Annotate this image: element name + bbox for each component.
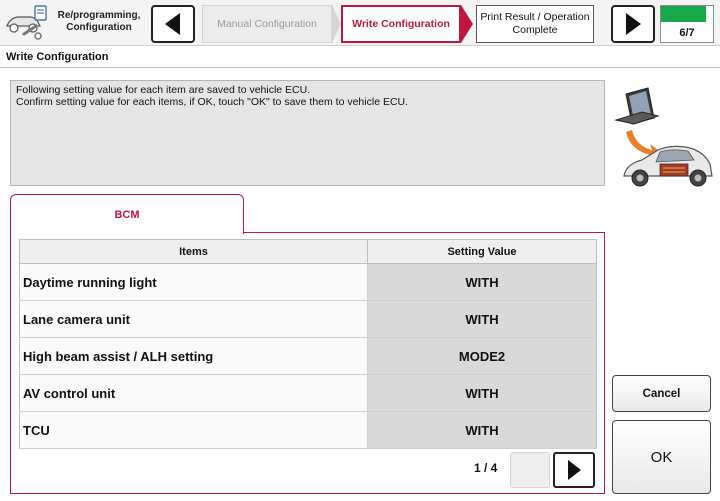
next-page-button[interactable] <box>553 452 595 488</box>
item-name: AV control unit <box>19 374 368 412</box>
cancel-button[interactable]: Cancel <box>612 375 711 412</box>
ok-button[interactable]: OK <box>612 420 711 494</box>
page-title: Write Configuration <box>6 51 109 63</box>
setting-value: WITH <box>367 300 597 338</box>
column-header-setting-value: Setting Value <box>367 239 597 264</box>
settings-table: Items Setting Value Daytime running ligh… <box>19 239 597 449</box>
table-row: AV control unit WITH <box>19 374 597 412</box>
message-line-1: Following setting value for each item ar… <box>16 84 311 96</box>
step-manual-configuration[interactable]: Manual Configuration <box>202 5 332 43</box>
progress-fill <box>661 6 706 22</box>
column-header-items: Items <box>19 239 368 264</box>
instruction-message: Following setting value for each item ar… <box>10 80 605 186</box>
table-header-row: Items Setting Value <box>19 239 597 264</box>
app-title: Re/programming, Configuration <box>57 10 141 33</box>
table-row: TCU WITH <box>19 411 597 449</box>
item-name: TCU <box>19 411 368 449</box>
top-navigation-bar: Re/programming, Configuration Manual Con… <box>0 0 720 46</box>
setting-value: WITH <box>367 411 597 449</box>
setting-value: WITH <box>367 374 597 412</box>
tools-car-icon[interactable] <box>4 4 50 40</box>
table-row: High beam assist / ALH setting MODE2 <box>19 337 597 375</box>
triangle-left-icon <box>165 13 180 35</box>
step-print-result[interactable]: Print Result / Operation Complete <box>476 5 594 43</box>
step-write-configuration: Write Configuration <box>341 5 461 43</box>
next-button[interactable] <box>611 5 655 43</box>
laptop-to-car-icon <box>614 87 713 187</box>
item-name: High beam assist / ALH setting <box>19 337 368 375</box>
item-name: Lane camera unit <box>19 300 368 338</box>
message-line-2: Confirm setting value for each items, if… <box>16 96 409 108</box>
table-row: Lane camera unit WITH <box>19 300 597 338</box>
triangle-right-icon <box>568 460 581 480</box>
table-row: Daytime running light WITH <box>19 263 597 301</box>
step-separator-arrow <box>332 5 341 43</box>
progress-text: 6/7 <box>679 27 695 39</box>
page-indicator: 1 / 4 <box>474 461 498 475</box>
previous-page-button <box>510 452 550 488</box>
setting-value: WITH <box>367 263 597 301</box>
title-divider <box>0 67 720 68</box>
step-progress-indicator: 6/7 <box>660 5 714 43</box>
item-name: Daytime running light <box>19 263 368 301</box>
setting-value: MODE2 <box>367 337 597 375</box>
triangle-right-icon <box>626 13 641 35</box>
current-step-arrow <box>461 5 473 43</box>
back-button[interactable] <box>151 5 195 43</box>
tab-bcm[interactable]: BCM <box>10 194 244 234</box>
